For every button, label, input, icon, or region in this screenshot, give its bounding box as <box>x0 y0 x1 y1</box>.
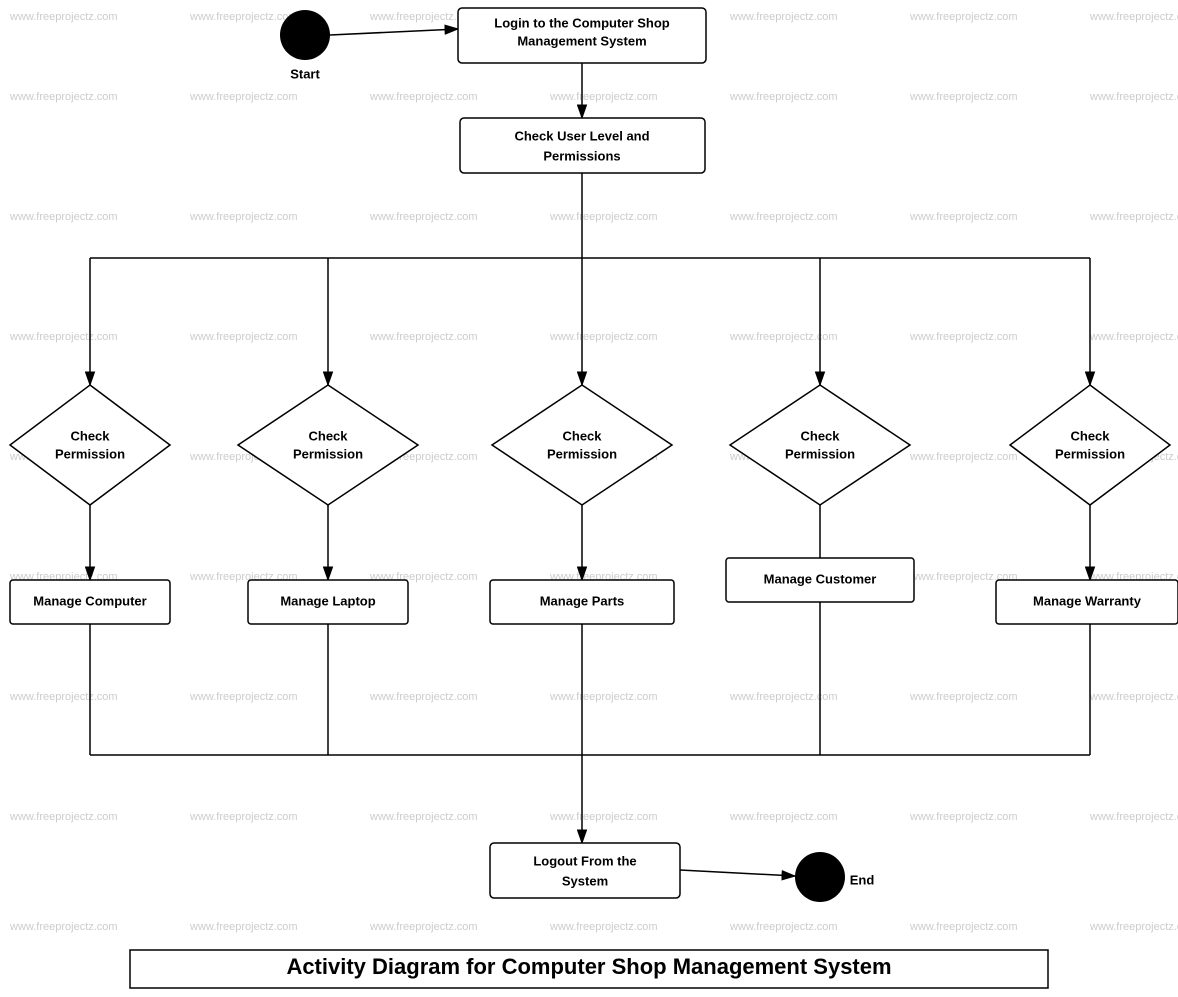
check-perm3-diamond <box>492 385 672 505</box>
svg-text:www.freeprojectz.com: www.freeprojectz.com <box>729 691 838 703</box>
svg-text:www.freeprojectz.com: www.freeprojectz.com <box>909 91 1018 103</box>
svg-text:www.freeprojectz.com: www.freeprojectz.com <box>9 691 118 703</box>
svg-text:www.freeprojectz.com: www.freeprojectz.com <box>729 811 838 823</box>
svg-text:www.freeprojectz.com: www.freeprojectz.com <box>369 811 478 823</box>
check-perm1-text1: Check <box>70 428 110 443</box>
check-user-level-text2: Permissions <box>543 148 620 163</box>
svg-text:www.freeprojectz.com: www.freeprojectz.com <box>909 921 1018 933</box>
end-label: End <box>850 872 875 887</box>
svg-text:www.freeprojectz.com: www.freeprojectz.com <box>729 331 838 343</box>
start-circle <box>280 10 330 60</box>
check-perm3-text2: Permission <box>547 446 617 461</box>
svg-text:www.freeprojectz.com: www.freeprojectz.com <box>369 211 478 223</box>
logout-text1: Logout From the <box>533 853 636 868</box>
svg-text:www.freeprojectz.com: www.freeprojectz.com <box>909 211 1018 223</box>
svg-text:www.freeprojectz.com: www.freeprojectz.com <box>549 211 658 223</box>
svg-text:www.freeprojectz.com: www.freeprojectz.com <box>189 331 298 343</box>
svg-text:www.freeprojectz.com: www.freeprojectz.com <box>1089 811 1178 823</box>
svg-text:www.freeprojectz.com: www.freeprojectz.com <box>189 11 298 23</box>
login-text: Login to the Computer Shop <box>494 15 670 30</box>
svg-text:www.freeprojectz.com: www.freeprojectz.com <box>1089 691 1178 703</box>
svg-text:www.freeprojectz.com: www.freeprojectz.com <box>1089 91 1178 103</box>
check-perm2-text2: Permission <box>293 446 363 461</box>
svg-text:www.freeprojectz.com: www.freeprojectz.com <box>189 811 298 823</box>
svg-text:www.freeprojectz.com: www.freeprojectz.com <box>189 211 298 223</box>
check-perm3-text1: Check <box>562 428 602 443</box>
svg-text:www.freeprojectz.com: www.freeprojectz.com <box>549 331 658 343</box>
svg-text:www.freeprojectz.com: www.freeprojectz.com <box>1089 921 1178 933</box>
svg-text:www.freeprojectz.com: www.freeprojectz.com <box>729 211 838 223</box>
svg-text:www.freeprojectz.com: www.freeprojectz.com <box>9 91 118 103</box>
svg-text:www.freeprojectz.com: www.freeprojectz.com <box>549 921 658 933</box>
svg-text:www.freeprojectz.com: www.freeprojectz.com <box>549 691 658 703</box>
manage-warranty-text: Manage Warranty <box>1033 593 1142 608</box>
svg-text:www.freeprojectz.com: www.freeprojectz.com <box>909 691 1018 703</box>
manage-computer-text: Manage Computer <box>33 593 146 608</box>
login-text2: Management System <box>517 33 646 48</box>
svg-text:www.freeprojectz.com: www.freeprojectz.com <box>1089 211 1178 223</box>
svg-text:www.freeprojectz.com: www.freeprojectz.com <box>189 921 298 933</box>
svg-text:www.freeprojectz.com: www.freeprojectz.com <box>9 331 118 343</box>
svg-text:www.freeprojectz.com: www.freeprojectz.com <box>189 691 298 703</box>
svg-text:www.freeprojectz.com: www.freeprojectz.com <box>909 11 1018 23</box>
svg-text:www.freeprojectz.com: www.freeprojectz.com <box>909 811 1018 823</box>
check-perm4-text1: Check <box>800 428 840 443</box>
check-perm2-diamond <box>238 385 418 505</box>
check-user-level-text1: Check User Level and <box>514 128 649 143</box>
svg-text:www.freeprojectz.com: www.freeprojectz.com <box>369 691 478 703</box>
manage-customer-text: Manage Customer <box>764 571 877 586</box>
svg-text:www.freeprojectz.com: www.freeprojectz.com <box>1089 331 1178 343</box>
svg-text:www.freeprojectz.com: www.freeprojectz.com <box>369 331 478 343</box>
manage-parts-text: Manage Parts <box>540 593 625 608</box>
svg-text:www.freeprojectz.com: www.freeprojectz.com <box>189 91 298 103</box>
check-perm4-text2: Permission <box>785 446 855 461</box>
svg-text:www.freeprojectz.com: www.freeprojectz.com <box>549 811 658 823</box>
check-perm1-text2: Permission <box>55 446 125 461</box>
svg-text:www.freeprojectz.com: www.freeprojectz.com <box>9 811 118 823</box>
svg-text:www.freeprojectz.com: www.freeprojectz.com <box>549 91 658 103</box>
diagram-title: Activity Diagram for Computer Shop Manag… <box>286 954 891 979</box>
check-perm5-diamond <box>1010 385 1170 505</box>
diagram-container: www.freeprojectz.com www.freeprojectz.co… <box>0 0 1178 994</box>
logout-node <box>490 843 680 898</box>
svg-text:www.freeprojectz.com: www.freeprojectz.com <box>729 11 838 23</box>
svg-text:www.freeprojectz.com: www.freeprojectz.com <box>9 211 118 223</box>
svg-text:www.freeprojectz.com: www.freeprojectz.com <box>729 91 838 103</box>
end-circle <box>795 852 845 902</box>
check-perm2-text1: Check <box>308 428 348 443</box>
svg-text:www.freeprojectz.com: www.freeprojectz.com <box>369 921 478 933</box>
check-perm5-text1: Check <box>1070 428 1110 443</box>
svg-text:www.freeprojectz.com: www.freeprojectz.com <box>909 331 1018 343</box>
svg-text:www.freeprojectz.com: www.freeprojectz.com <box>9 11 118 23</box>
svg-text:www.freeprojectz.com: www.freeprojectz.com <box>9 921 118 933</box>
check-perm1-diamond <box>10 385 170 505</box>
svg-text:www.freeprojectz.com: www.freeprojectz.com <box>909 451 1018 463</box>
check-user-level-node <box>460 118 705 173</box>
logout-text2: System <box>562 873 608 888</box>
check-perm5-text2: Permission <box>1055 446 1125 461</box>
manage-laptop-text: Manage Laptop <box>280 593 375 608</box>
check-perm4-diamond <box>730 385 910 505</box>
svg-text:www.freeprojectz.com: www.freeprojectz.com <box>369 91 478 103</box>
start-label: Start <box>290 66 320 81</box>
svg-text:www.freeprojectz.com: www.freeprojectz.com <box>1089 11 1178 23</box>
svg-text:www.freeprojectz.com: www.freeprojectz.com <box>729 921 838 933</box>
